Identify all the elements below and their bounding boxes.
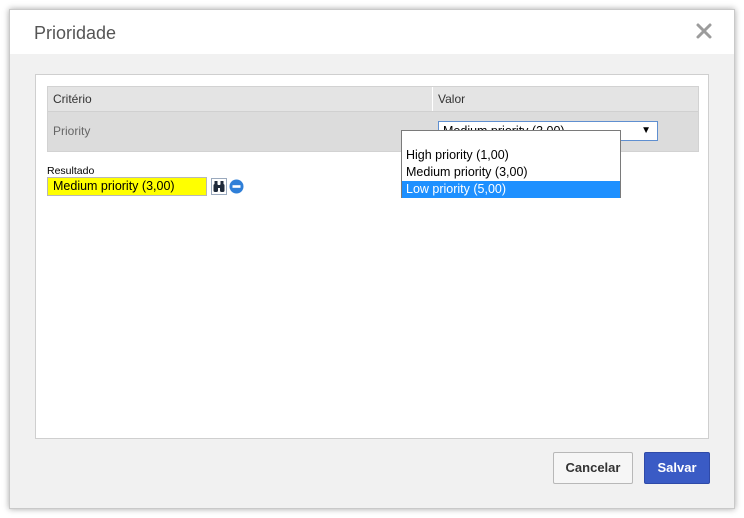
- value-dropdown-list: High priority (1,00) Medium priority (3,…: [401, 130, 621, 198]
- dropdown-arrow-icon: ▼: [641, 125, 651, 136]
- minus-circle-icon[interactable]: [229, 179, 244, 194]
- priority-dialog: Prioridade Critério Valor Priority Mediu…: [9, 9, 735, 509]
- result-field: Medium priority (3,00): [47, 177, 207, 196]
- dialog-content: Critério Valor Priority Medium priority …: [35, 74, 709, 439]
- save-button[interactable]: Salvar: [644, 452, 710, 484]
- dialog-header: Prioridade: [10, 10, 734, 54]
- column-header-valor[interactable]: Valor: [433, 87, 698, 111]
- column-header-criterio[interactable]: Critério: [48, 87, 433, 111]
- result-label: Resultado: [47, 165, 95, 177]
- binoculars-icon[interactable]: [211, 178, 227, 195]
- dialog-title: Prioridade: [34, 23, 117, 43]
- close-icon[interactable]: [694, 21, 714, 41]
- dropdown-option-low[interactable]: Low priority (5,00): [402, 181, 620, 198]
- cancel-button[interactable]: Cancelar: [553, 452, 633, 484]
- grid-header: Critério Valor: [48, 87, 698, 112]
- dropdown-option-high[interactable]: High priority (1,00): [402, 147, 620, 164]
- criterion-label: Priority: [53, 124, 91, 138]
- dropdown-option-medium[interactable]: Medium priority (3,00): [402, 164, 620, 181]
